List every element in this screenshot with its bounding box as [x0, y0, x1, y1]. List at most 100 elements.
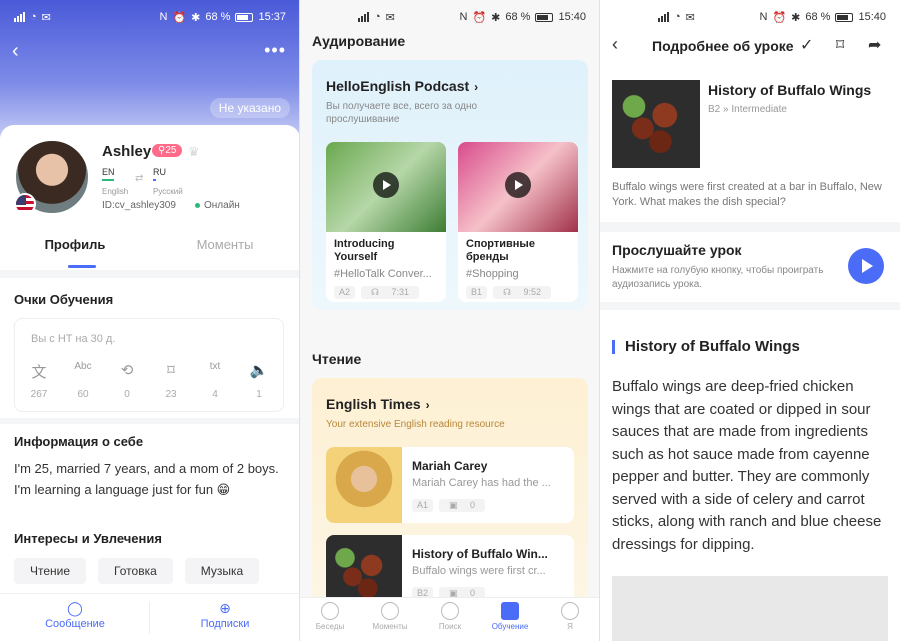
alarm-icon: ⏰ [772, 11, 787, 24]
chats-icon [321, 602, 339, 620]
headphones-icon: ☊ [366, 286, 387, 298]
article-heading: History of Buffalo Wings [625, 338, 800, 355]
card-meta: B1 ☊ 9:52 [458, 282, 578, 302]
share-icon[interactable]: ➦ [868, 35, 881, 55]
lesson-summary: History of Buffalo Wings B2 » Intermedia… [600, 64, 900, 222]
status-bar: ◔ ✉ N ⏰ ✱ 68 % 15:37 [0, 0, 300, 34]
nav-label: Я [567, 622, 573, 631]
battery-icon [835, 12, 854, 22]
play-icon[interactable] [505, 172, 531, 198]
nav-chats[interactable]: Беседы [300, 598, 360, 641]
nav-learn[interactable]: Обучение [480, 598, 540, 641]
lesson-screen: ◔ ✉ N ⏰ ✱ 68 % 15:40 ‹ Подробнее об уроке ✓ ⌑… [600, 0, 900, 641]
count-value: 0 [465, 499, 481, 511]
interest-chip[interactable]: Музыка [184, 558, 260, 584]
play-button[interactable] [848, 248, 884, 284]
stat-corrections[interactable]: Abc 60 [61, 361, 105, 400]
learning-language: RU Русский [153, 167, 183, 196]
interest-chip[interactable]: Готовка [98, 558, 173, 584]
nav-label: Беседы [315, 622, 345, 631]
about-title: Информация о себе [14, 434, 144, 449]
headphones-icon: ☊ [498, 286, 519, 298]
article-card[interactable]: Mariah Carey Mariah Carey has had the ..… [326, 447, 574, 523]
stat-transcriptions[interactable]: txt 4 [193, 361, 237, 400]
nav-moments[interactable]: Моменты [360, 598, 420, 641]
podcast-thumbnail [326, 142, 446, 232]
podcast-thumbnail [458, 142, 578, 232]
card-title: Introducing Yourself [334, 238, 395, 263]
profile-screen: ◔ ✉ N ⏰ ✱ 68 % 15:37 ‹ ••• Не указано Ashley … [0, 0, 300, 641]
repeat-icon: ⟲ [120, 362, 134, 379]
transcribe-icon: txt [209, 361, 221, 372]
profile-actions: ◯ Сообщение ⊕ Подписки [0, 593, 300, 641]
stat-translations[interactable]: 文 267 [17, 361, 61, 400]
podcast-card[interactable]: Спортивные бренды #Shopping B1 ☊ 9:52 [458, 142, 578, 302]
battery-text: 68 % [205, 11, 231, 23]
us-flag-icon [14, 193, 36, 215]
stat-bookmarks[interactable]: ⌑ 23 [149, 361, 193, 400]
native-lang-name: English [102, 187, 129, 196]
check-circle-icon[interactable]: ✓ [800, 35, 813, 55]
nfc-icon: N [759, 11, 768, 23]
play-icon[interactable] [373, 172, 399, 198]
level-tag: A1 [412, 499, 434, 512]
translate-icon: 文 [31, 364, 47, 381]
podcast-title[interactable]: HelloEnglish Podcast › [326, 78, 478, 94]
stats-hint: Вы с HT на 30 д. [31, 333, 116, 345]
lesson-thumbnail [612, 80, 700, 168]
nav-label: Поиск [438, 622, 462, 631]
nav-label: Обучение [491, 622, 529, 631]
stat-repeats[interactable]: ⟲ 0 [105, 361, 149, 400]
duration-value: 9:52 [518, 286, 547, 298]
duration: ☊ 7:31 [361, 286, 420, 299]
follow-button[interactable]: ⊕ Подписки [150, 594, 300, 641]
bookmark-icon[interactable]: ⌑ [836, 35, 844, 55]
mail-icon: ✉ [41, 11, 51, 24]
nav-me[interactable]: Я [540, 598, 600, 641]
stat-value: 60 [77, 389, 89, 400]
duration: ☊ 9:52 [493, 286, 552, 299]
stat-value: 267 [30, 389, 48, 400]
back-icon[interactable]: ‹ [12, 40, 19, 63]
battery-text: 68 % [505, 11, 531, 23]
english-times-subtitle: Your extensive English reading resource [326, 419, 505, 430]
learning-lang-code: RU [153, 167, 166, 177]
interest-chip[interactable]: Чтение [14, 558, 87, 584]
battery-text: 68 % [805, 11, 831, 23]
native-lang-bar [102, 179, 114, 181]
user-name: Ashley [102, 143, 152, 160]
crown-icon[interactable]: ♛ [188, 144, 200, 160]
stat-voice[interactable]: 🔈 1 [237, 361, 281, 400]
user-id: ID:cv_ashley309 [102, 200, 176, 211]
back-icon[interactable]: ‹ [612, 34, 618, 55]
lesson-level: B2 » Intermediate [708, 104, 787, 115]
alarm-icon: ⏰ [172, 11, 187, 24]
lesson-description: Buffalo wings were first created at a ba… [612, 181, 882, 208]
profile-header: ◔ ✉ N ⏰ ✱ 68 % 15:37 ‹ ••• Не указано [0, 0, 300, 140]
online-status: Онлайн [195, 200, 240, 211]
level-tag: A2 [334, 286, 356, 299]
podcast-card[interactable]: Introducing Yourself #HelloTalk Conver..… [326, 142, 446, 302]
message-button[interactable]: ◯ Сообщение [0, 594, 150, 641]
listening-heading: Аудирование [312, 33, 406, 49]
tab-moments[interactable]: Моменты [150, 237, 300, 269]
interests-list: Чтение Готовка Музыка [14, 558, 260, 584]
nav-label: Моменты [372, 622, 408, 631]
mail-icon: ✉ [385, 11, 395, 24]
bluetooth-icon: ✱ [491, 11, 501, 24]
wifi-icon: ◔ [374, 11, 381, 23]
nav-search[interactable]: Поиск [420, 598, 480, 641]
learning-lang-bar [153, 179, 156, 181]
status-bar: ◔ ✉ N ⏰ ✱ 68 % 15:40 [300, 0, 600, 34]
divider [149, 602, 150, 634]
bluetooth-icon: ✱ [191, 11, 201, 24]
swap-icon: ⇄ [135, 173, 144, 184]
about-section: Информация о себе I'm 25, married 7 year… [0, 424, 300, 594]
article-desc: Buffalo wings were first cr... [412, 565, 546, 577]
location-badge[interactable]: Не указано [209, 98, 290, 118]
more-icon[interactable]: ••• [264, 40, 286, 61]
status-bar: ◔ ✉ N ⏰ ✱ 68 % 15:40 [600, 0, 900, 34]
nfc-icon: N [459, 11, 468, 23]
english-times-title[interactable]: English Times › [326, 396, 430, 412]
podcast-title-text: HelloEnglish Podcast [326, 78, 470, 94]
